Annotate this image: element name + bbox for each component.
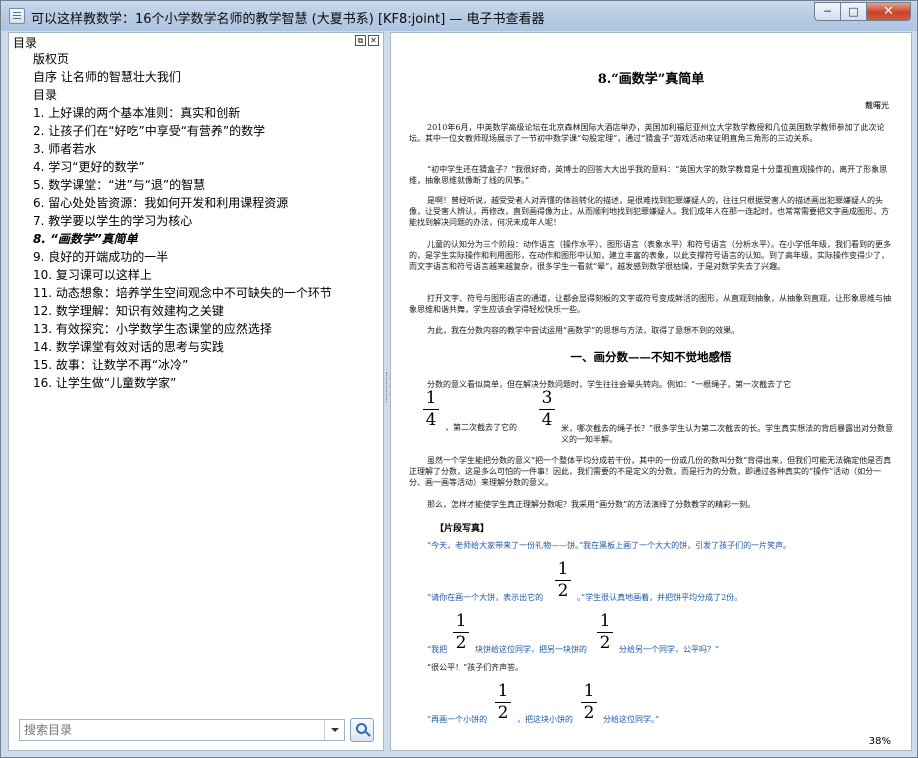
chevron-down-icon[interactable] bbox=[324, 720, 344, 740]
close-button[interactable]: ✕ bbox=[867, 2, 911, 21]
toc-item[interactable]: 10. 复习课可以这样上 bbox=[9, 266, 383, 284]
toc-search-box[interactable] bbox=[19, 719, 345, 741]
search-button[interactable] bbox=[350, 718, 374, 742]
toc-search-input[interactable] bbox=[20, 720, 324, 740]
toc-item[interactable]: 12. 数学理解：知识有效建构之关键 bbox=[9, 302, 383, 320]
book-page: 8.“画数学”真简单 戴曙光 2010年6月，中英数学高级论坛在北京森林国际大酒… bbox=[391, 33, 911, 750]
toc-item[interactable]: 7. 教学要以学生的学习为核心 bbox=[9, 212, 383, 230]
dialog-line: ，把这块小饼的 bbox=[517, 715, 573, 724]
dialog-line: 分给这位同学。” bbox=[603, 715, 660, 724]
fraction-numerator: 1 bbox=[599, 611, 611, 631]
toc-item[interactable]: 自序 让名师的智慧壮大我们 bbox=[9, 68, 383, 86]
toc-item[interactable]: 11. 动态想象：培养学生空间观念中不可缺失的一个环节 bbox=[9, 284, 383, 302]
body-paragraph: “初中学生还在猜盒子？”我很好奇，英博士的回答大大出乎我的意料：“英国大学的数学… bbox=[409, 165, 888, 185]
fraction-one-half: 1 2 bbox=[597, 613, 613, 652]
fraction-numerator: 1 bbox=[425, 388, 437, 408]
body-paragraph: 为此，我在分数内容的教学中尝试运用“画数学”的思想与方法，取得了意想不到的效果。 bbox=[427, 326, 740, 335]
body-paragraph: 是啊！曾经听说，越受受者人对弄懂的体验转化的描述，是很难找到犯罪嫌疑人的，往往只… bbox=[409, 196, 889, 227]
document-view[interactable]: 8.“画数学”真简单 戴曙光 2010年6月，中英数学高级论坛在北京森林国际大酒… bbox=[390, 32, 912, 751]
search-icon-handle bbox=[365, 731, 371, 737]
fraction-one-half: 1 2 bbox=[555, 561, 571, 600]
ebook-viewer-window: 可以这样教数学：16个小学数学名师的教学智慧 (大夏书系) [KF8:joint… bbox=[0, 0, 918, 758]
maximize-button[interactable]: □ bbox=[841, 2, 867, 21]
fraction-numerator: 1 bbox=[455, 611, 467, 631]
fraction-numerator: 1 bbox=[497, 681, 509, 701]
toc-item[interactable]: 13. 有效探究：小学数学生态课堂的应然选择 bbox=[9, 320, 383, 338]
toc-item[interactable]: 15. 故事：让数学不再“冰冷” bbox=[9, 356, 383, 374]
fraction-numerator: 1 bbox=[583, 681, 595, 701]
ebook-viewer-icon bbox=[9, 8, 25, 24]
close-panel-icon[interactable]: ✕ bbox=[368, 35, 379, 46]
toc-item[interactable]: 5. 数学课堂：“进”与“退”的智慧 bbox=[9, 176, 383, 194]
dialog-line: 分给另一个同学，公平吗？” bbox=[619, 645, 720, 654]
dialog-line: “很公平！”孩子们齐声答。 bbox=[427, 663, 524, 672]
fraction-denominator: 4 bbox=[541, 410, 553, 430]
toc-item[interactable]: 9. 良好的开端成功的一半 bbox=[9, 248, 383, 266]
fraction-denominator: 2 bbox=[455, 633, 467, 653]
fraction-denominator: 2 bbox=[583, 703, 595, 723]
fraction-denominator: 2 bbox=[557, 581, 569, 601]
dialog-line: “我把 bbox=[427, 645, 448, 654]
author-name: 戴曙光 bbox=[865, 101, 889, 110]
dialog-line: 块饼给这位同学，把另一块饼的 bbox=[475, 645, 587, 654]
zoom-level: 38% bbox=[868, 736, 891, 747]
body-text-inline: ，第二次截去了它的 bbox=[445, 423, 517, 432]
toc-item[interactable]: 16. 让学生做“儿童数学家” bbox=[9, 374, 383, 392]
clip-label: 【片段写真】 bbox=[435, 524, 490, 534]
body-paragraph: 打开文字、符号与图形语言的通道，让都会显得刻板的文字或符号变成鲜活的图形，从直观… bbox=[409, 294, 891, 314]
toc-item[interactable]: 4. 学习“更好的数学” bbox=[9, 158, 383, 176]
body-paragraph: 儿童的认知分为三个阶段：动作语言（操作水平）、图形语言（表象水平）和符号语言（分… bbox=[409, 240, 891, 271]
fraction-one-half: 1 2 bbox=[453, 613, 469, 652]
toc-item[interactable]: 3. 师者若水 bbox=[9, 140, 383, 158]
body-paragraph: 2010年6月，中英数学高级论坛在北京森林国际大酒店举办，英国加利福尼亚州立大学… bbox=[409, 123, 885, 143]
toc-item[interactable]: 目录 bbox=[9, 86, 383, 104]
body-paragraph: 分数的意义看似简单，但在解决分数问题时，学生往往会晕头转向。例如：“一根绳子，第… bbox=[427, 380, 792, 389]
fraction-denominator: 4 bbox=[425, 410, 437, 430]
dialog-line: “请你在画一个大饼，表示出它的 bbox=[427, 593, 544, 602]
body-paragraph: 虽然一个学生能把分数的意义“把一个整体平均分成若干份，其中的一份或几份的数叫分数… bbox=[409, 456, 892, 487]
toc-list: 版权页 自序 让名师的智慧壮大我们 目录 1. 上好课的两个基本准则：真实和创新 2. … bbox=[9, 50, 383, 392]
toc-item[interactable]: 8. “画数学”真简单 bbox=[9, 230, 383, 248]
toc-item[interactable]: 6. 留心处处皆资源：我如何开发和利用课程资源 bbox=[9, 194, 383, 212]
fraction-one-half: 1 2 bbox=[495, 683, 511, 722]
window-title: 可以这样教数学：16个小学数学名师的教学智慧 (大夏书系) [KF8:joint… bbox=[31, 12, 545, 27]
title-bar[interactable]: 可以这样教数学：16个小学数学名师的教学智慧 (大夏书系) [KF8:joint… bbox=[1, 1, 917, 31]
toc-panel: 目录 ⧉ ✕ 版权页 自序 让名师的智慧壮大我们 目录 1. 上好课的两个基本准则：真… bbox=[8, 32, 384, 751]
minimize-button[interactable]: ─ bbox=[814, 2, 841, 21]
dialog-line: “今天，老师给大家带来了一份礼物——饼。”我在黑板上画了一个大大的饼，引发了孩子… bbox=[427, 541, 792, 550]
fraction-three-quarters: 3 4 bbox=[539, 390, 555, 429]
toc-title: 目录 bbox=[13, 36, 38, 50]
fraction-numerator: 3 bbox=[541, 388, 553, 408]
window-controls: ─ □ ✕ bbox=[814, 2, 911, 21]
section-title: 一、画分数——不知不觉地感悟 bbox=[570, 350, 732, 364]
fraction-one-quarter: 1 4 bbox=[423, 390, 439, 429]
toc-item[interactable]: 版权页 bbox=[9, 50, 383, 68]
chapter-title: 8.“画数学”真简单 bbox=[597, 72, 705, 87]
dialog-line: “再画一个小饼的 bbox=[427, 715, 488, 724]
fraction-one-half: 1 2 bbox=[581, 683, 597, 722]
toc-header: 目录 ⧉ ✕ bbox=[9, 33, 383, 50]
fraction-denominator: 2 bbox=[599, 633, 611, 653]
toc-item[interactable]: 14. 数学课堂有效对话的思考与实践 bbox=[9, 338, 383, 356]
float-panel-icon[interactable]: ⧉ bbox=[355, 35, 366, 46]
fraction-denominator: 2 bbox=[497, 703, 509, 723]
fraction-numerator: 1 bbox=[557, 559, 569, 579]
toc-item[interactable]: 2. 让孩子们在“好吃”中享受“有营养”的数学 bbox=[9, 122, 383, 140]
body-paragraph: 米，哪次截去的绳子长？”很多学生认为第二次截去的长。学生真实想法的背后暴露出对分… bbox=[561, 424, 894, 444]
toc-header-buttons: ⧉ ✕ bbox=[355, 35, 379, 46]
dialog-line: 。”学生很认真地画着，并把饼平均分成了2份。 bbox=[577, 593, 743, 602]
body-paragraph: 那么，怎样才能使学生真正理解分数呢？我采用“画分数”的方法演绎了分数教学的精彩一… bbox=[427, 500, 756, 509]
toc-item[interactable]: 1. 上好课的两个基本准则：真实和创新 bbox=[9, 104, 383, 122]
